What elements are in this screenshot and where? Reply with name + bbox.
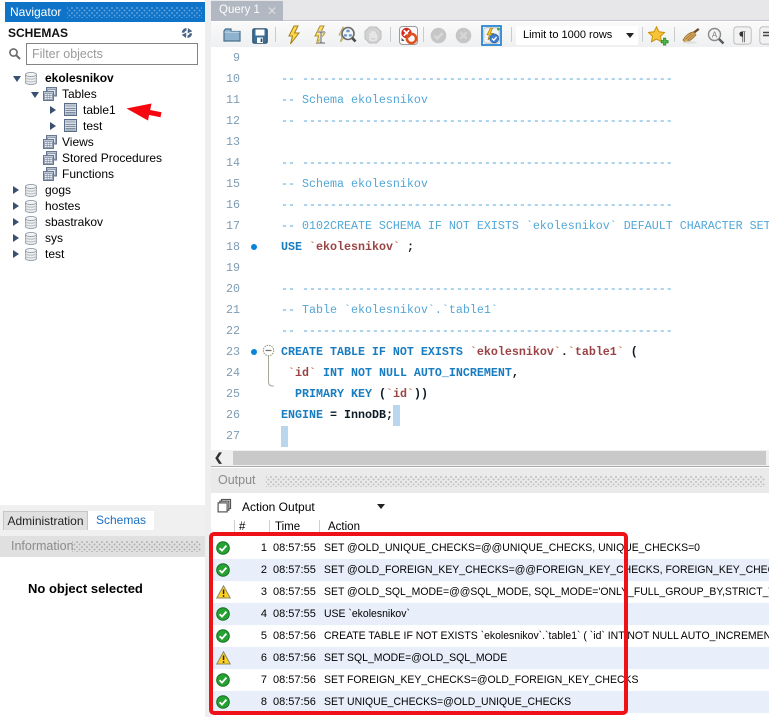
svg-text:¶: ¶ (739, 30, 746, 45)
svg-text:A: A (712, 31, 718, 40)
